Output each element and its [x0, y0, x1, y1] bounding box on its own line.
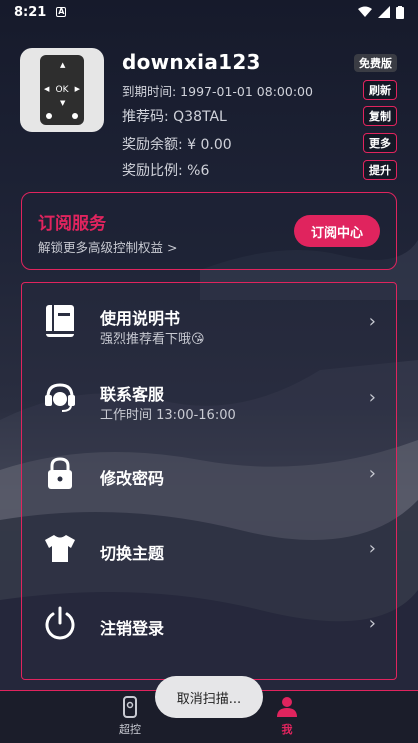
person-icon	[277, 697, 297, 717]
tab-control-label: 超控	[119, 723, 141, 736]
status-icons	[358, 5, 404, 19]
chevron-right-icon: ›	[368, 311, 376, 332]
menu-label-password: 修改密码	[100, 469, 165, 488]
remote-control-icon: ▲ ◀ OK ▶ ▼	[40, 55, 84, 125]
menu-item-logout[interactable]: 注销登录 ›	[22, 587, 398, 661]
more-button[interactable]: 更多	[363, 133, 397, 153]
copy-button[interactable]: 复制	[363, 106, 397, 126]
menu-sub-support: 工作时间 13:00-16:00	[100, 408, 236, 423]
avatar[interactable]: ▲ ◀ OK ▶ ▼	[20, 48, 104, 132]
menu-item-support[interactable]: 联系客服 工作时间 13:00-16:00 ›	[22, 361, 398, 435]
signal-icon	[378, 6, 390, 18]
menu-label-theme: 切换主题	[100, 544, 165, 563]
username: downxia123	[122, 50, 261, 74]
reward-balance: 奖励余额: ¥ 0.00	[122, 137, 232, 153]
chevron-right-icon: ›	[368, 538, 376, 559]
chevron-right-icon: ›	[368, 613, 376, 634]
menu-label-manual: 使用说明书	[100, 309, 181, 328]
notification-icon: A	[56, 7, 67, 17]
power-icon	[45, 606, 75, 640]
plan-badge: 免费版	[354, 54, 397, 72]
chevron-right-icon: ›	[368, 463, 376, 484]
menu-label-logout: 注销登录	[100, 619, 165, 638]
upgrade-button[interactable]: 提升	[363, 160, 397, 180]
subscribe-description: 解锁更多高级控制权益 >	[38, 240, 178, 255]
chevron-right-icon: ›	[368, 387, 376, 408]
menu-item-password[interactable]: 修改密码 ›	[22, 437, 398, 511]
subscribe-center-button[interactable]: 订阅中心	[294, 215, 380, 247]
shirt-icon	[45, 535, 75, 562]
menu-item-manual[interactable]: 使用说明书 强烈推荐看下哦😘 ›	[22, 285, 398, 359]
refresh-button[interactable]: 刷新	[363, 80, 397, 100]
settings-menu: 使用说明书 强烈推荐看下哦😘 › 联系客服 工作时间 13:00-16:00 ›…	[21, 282, 397, 680]
remote-icon	[123, 696, 137, 718]
menu-label-support: 联系客服	[100, 385, 165, 404]
menu-item-theme[interactable]: 切换主题 ›	[22, 512, 398, 586]
toast-message: 取消扫描...	[155, 676, 263, 718]
lock-icon	[48, 457, 72, 489]
expire-date: 到期时间: 1997-01-01 08:00:00	[122, 84, 313, 99]
menu-sub-manual: 强烈推荐看下哦😘	[100, 332, 205, 347]
subscribe-title: 订阅服务	[38, 214, 106, 234]
tab-me[interactable]: 我	[257, 695, 317, 737]
referral-code: 推荐码: Q38TAL	[122, 109, 227, 125]
wifi-icon	[358, 6, 372, 17]
status-bar: 8:21 A	[0, 0, 418, 24]
profile-section: ▲ ◀ OK ▶ ▼ downxia123 到期时间: 1997-01-01 0…	[20, 48, 400, 180]
status-time: 8:21	[14, 4, 47, 20]
tab-control[interactable]: 超控	[100, 695, 160, 737]
battery-icon	[396, 5, 404, 19]
book-icon	[46, 305, 74, 337]
tab-me-label: 我	[281, 723, 293, 736]
reward-ratio: 奖励比例: %6	[122, 163, 210, 179]
headset-icon	[45, 383, 75, 412]
subscribe-card[interactable]: 订阅服务 解锁更多高级控制权益 > 订阅中心	[21, 192, 397, 270]
